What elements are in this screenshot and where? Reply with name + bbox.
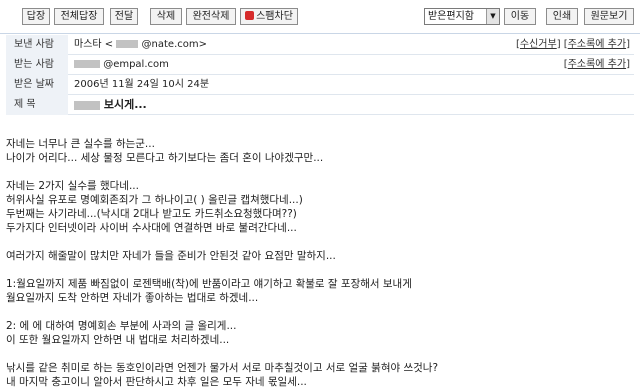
redacted-block [74, 60, 100, 68]
to-label: 받는 사람 [6, 55, 68, 75]
from-value: 마스타 < @nate.com> [74, 35, 207, 55]
block-sender-link[interactable]: 수신거부 [520, 39, 557, 50]
body-line [6, 263, 634, 277]
add-contact-link[interactable]: 주소록에 추가 [568, 39, 626, 50]
body-line: 낚시를 같은 취미로 하는 동호인이라면 언젠가 물가서 서로 마추칠것이고 서… [6, 362, 439, 374]
message-body: 자네는 너무나 큰 실수를 하는군... 나이가 어리다... 세상 물정 모른… [6, 137, 634, 387]
to-domain: @empal.com [103, 59, 169, 70]
body-line: 자네는 너무나 큰 실수를 하는군... [6, 138, 155, 150]
date-label: 받은 날짜 [6, 75, 68, 95]
toolbar: 답장 전체답장 전달 삭제 완전삭제 스팸차단 받은편지함 ▼ 이동 인쇄 원문… [0, 0, 640, 34]
body-line: 나이가 어리다... 세상 물정 모른다고 하기보다는 좀더 혼이 나야겠구만.… [6, 152, 324, 164]
from-label: 보낸 사람 [6, 35, 68, 55]
body-line: 1:월요일까지 제품 빠짐없이 로젠택배(착)에 반품이라고 얘기하고 확불로 … [6, 278, 412, 290]
subject-label: 제 목 [6, 95, 68, 115]
folder-select-value: 받은편지함 [428, 11, 474, 22]
body-line: 월요일까지 도착 안하면 자네가 좋아하는 법대로 하겠네... [6, 292, 259, 304]
forward-button[interactable]: 전달 [110, 8, 138, 25]
permanent-delete-button[interactable]: 완전삭제 [186, 8, 236, 25]
from-links: [수신거부] [주소록에 추가] [516, 39, 630, 50]
add-contact-link[interactable]: 주소록에 추가 [568, 59, 626, 70]
from-domain: @nate.com> [141, 39, 208, 50]
chevron-down-icon[interactable]: ▼ [486, 9, 499, 24]
spam-block-label: 스팸차단 [256, 11, 293, 22]
body-line [6, 347, 634, 361]
redacted-block [74, 100, 100, 110]
spam-block-button[interactable]: 스팸차단 [240, 8, 298, 25]
subject-row: 제 목 보시게... [6, 95, 634, 115]
body-line: 여러가지 해줄말이 많치만 자네가 들을 준비가 안된것 같아 요점만 말하지.… [6, 250, 336, 262]
subject-text: 보시게... [103, 98, 147, 111]
body-line [6, 235, 634, 249]
to-links: [주소록에 추가] [563, 59, 630, 70]
to-value: @empal.com [74, 55, 169, 75]
body-line: 내 마지막 충고이니 알아서 판단하시고 차후 일은 모두 자네 몫일세... [6, 376, 307, 387]
folder-select[interactable]: 받은편지함 ▼ [424, 8, 500, 25]
body-line [6, 305, 634, 319]
reply-all-button[interactable]: 전체답장 [54, 8, 104, 25]
date-value: 2006년 11월 24일 10시 24분 [74, 79, 210, 90]
date-row: 받은 날짜 2006년 11월 24일 10시 24분 [6, 75, 634, 95]
body-line: 자네는 2가지 실수를 했다네... [6, 180, 139, 192]
body-line: 이 또한 월요일까지 안하면 내 법대로 처리하겠네... [6, 334, 230, 346]
subject-value: 보시게... [74, 95, 147, 115]
move-button[interactable]: 이동 [504, 8, 536, 25]
body-line: 허위사실 유포로 명예회존죄가 그 하나이고( ) 올린글 캡쳐했다네...) [6, 194, 303, 206]
body-line: 두가지다 인터넷이라 사이버 수사대에 연결하면 바로 불려간다네... [6, 222, 297, 234]
to-row: 받는 사람 @empal.com [주소록에 추가] [6, 55, 634, 75]
body-line [6, 165, 634, 179]
redacted-block [116, 40, 139, 48]
from-name: 마스타 < [74, 39, 114, 50]
view-source-button[interactable]: 원문보기 [584, 8, 634, 25]
mail-header: 보낸 사람 마스타 < @nate.com> [수신거부] [주소록에 추가] … [6, 35, 634, 115]
delete-button[interactable]: 삭제 [150, 8, 182, 25]
stop-icon [245, 11, 255, 20]
reply-button[interactable]: 답장 [22, 8, 50, 25]
from-row: 보낸 사람 마스타 < @nate.com> [수신거부] [주소록에 추가] [6, 35, 634, 55]
body-line: 2: 에 에 대하여 명예회손 부분에 사과의 글 올리게... [6, 320, 237, 332]
body-line: 두번째는 사기라네...(낙시대 2대나 받고도 카드취소요청했다며??) [6, 208, 297, 220]
print-button[interactable]: 인쇄 [546, 8, 578, 25]
